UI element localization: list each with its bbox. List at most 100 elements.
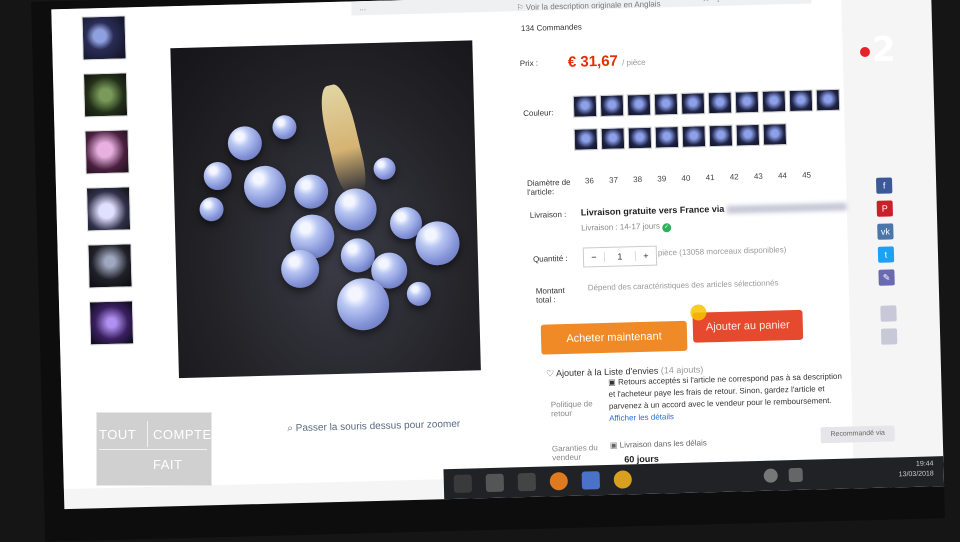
size-option[interactable]: 40	[681, 174, 690, 183]
zoom-hint: ⌕ Passer la souris dessus pour zoomer	[287, 419, 460, 435]
thumbnail-image-4[interactable]	[85, 186, 132, 232]
size-option[interactable]: 37	[609, 176, 618, 185]
guarantee-text: Livraison dans les délais	[619, 438, 707, 450]
zoom-hint-text: Passer la souris dessus pour zoomer	[295, 418, 461, 435]
thumbnail-image-1[interactable]	[81, 15, 127, 61]
help-button[interactable]	[880, 328, 898, 345]
delivery-value: Livraison gratuite vers France via	[581, 201, 847, 218]
size-option[interactable]: 43	[754, 172, 763, 181]
color-swatch[interactable]	[762, 123, 788, 146]
dropbox-icon[interactable]	[485, 473, 505, 493]
quantity-label: Quantité :	[532, 253, 568, 264]
chrome-icon[interactable]	[613, 470, 633, 489]
color-swatch[interactable]	[734, 90, 760, 114]
size-option[interactable]: 44	[778, 171, 787, 180]
share-bar: f P vk t ✎	[875, 177, 899, 351]
chat-pill[interactable]: Recommandé via	[820, 425, 895, 444]
thumbnail-image-5[interactable]	[87, 243, 133, 289]
color-swatch[interactable]	[680, 92, 706, 115]
add-to-cart-button[interactable]: Ajouter au panier	[692, 309, 804, 343]
main-product-image[interactable]	[170, 40, 481, 379]
size-option[interactable]: 42	[730, 172, 739, 181]
bookmark-and-menu-icons[interactable]: ☆ ⋮	[701, 0, 723, 4]
color-swatch[interactable]	[626, 93, 652, 117]
size-option[interactable]: 39	[657, 174, 666, 183]
color-swatch[interactable]	[707, 91, 733, 115]
channel-logo: 2	[860, 30, 896, 70]
quantity-minus-button[interactable]: −	[584, 252, 604, 263]
quantity-input[interactable]: 1	[603, 251, 637, 262]
return-icon: ▣	[608, 377, 616, 387]
volume-icon[interactable]	[788, 467, 803, 483]
color-swatch[interactable]	[681, 125, 707, 148]
diameter-label: Diamètre de l'article:	[526, 177, 571, 197]
pinterest-icon[interactable]: P	[876, 200, 893, 217]
guarantee-label: Garanties du vendeur	[551, 443, 598, 463]
size-option[interactable]: 41	[706, 173, 715, 182]
facebook-icon[interactable]: f	[875, 177, 893, 194]
size-option[interactable]: 45	[802, 171, 811, 180]
thumbnail-image-2[interactable]	[82, 72, 129, 118]
color-swatch[interactable]	[599, 94, 625, 118]
show-logo: TOUT COMPTE FAIT	[96, 412, 212, 486]
translate-link-text: Voir la description originale en Anglais	[525, 0, 661, 12]
check-icon: ✓	[662, 223, 672, 233]
return-details-link[interactable]: Afficher les détails	[609, 412, 674, 423]
color-swatch[interactable]	[708, 124, 734, 148]
thumbnail-list	[81, 7, 142, 358]
color-swatch[interactable]	[627, 126, 653, 150]
color-label: Couleur:	[523, 108, 554, 119]
color-swatch[interactable]	[573, 128, 599, 151]
system-clock[interactable]: 19:44 13/03/2018	[898, 459, 934, 480]
marble	[373, 157, 396, 180]
twitter-icon[interactable]: t	[877, 246, 895, 263]
marble	[336, 277, 390, 331]
blurred-shipping-method	[726, 202, 847, 214]
color-swatch[interactable]	[600, 127, 626, 151]
divider	[99, 449, 207, 450]
marble	[414, 220, 461, 266]
price-value: € 31,67	[567, 52, 619, 71]
marble	[340, 237, 376, 273]
scroll-top-button[interactable]	[880, 305, 897, 322]
edit-icon[interactable]: ✎	[878, 269, 895, 286]
search-icon: ⌕	[287, 423, 294, 435]
thumbnail-image-3[interactable]	[84, 129, 130, 175]
return-policy-label: Politique de retour	[550, 399, 593, 419]
availability: pièce (13058 morceaux disponibles)	[657, 245, 787, 258]
color-swatch[interactable]	[653, 92, 679, 116]
marble	[203, 161, 233, 191]
network-icon[interactable]	[763, 468, 778, 483]
divider	[147, 421, 148, 447]
channel-number: 2	[872, 30, 896, 70]
quantity-plus-button[interactable]: +	[636, 251, 656, 262]
color-swatch[interactable]	[572, 95, 598, 118]
color-swatch[interactable]	[735, 123, 761, 147]
color-swatch[interactable]	[815, 88, 841, 112]
total-note: Dépend des caractéristiques des articles…	[587, 278, 779, 293]
buy-now-button[interactable]: Acheter maintenant	[540, 320, 688, 355]
delivery-value-text: Livraison gratuite vers France via	[580, 203, 725, 218]
price: € 31,67 / pièce	[568, 52, 646, 71]
marble	[334, 187, 378, 231]
marble	[243, 165, 287, 209]
mail-icon[interactable]	[517, 472, 537, 492]
color-swatch[interactable]	[654, 125, 680, 149]
price-unit: / pièce	[621, 57, 646, 68]
heart-icon: ♡	[545, 368, 555, 379]
firefox-icon[interactable]	[549, 471, 569, 491]
guarantee: ▣ Livraison dans les délais	[610, 438, 707, 450]
quantity-stepper: − 1 +	[582, 245, 658, 268]
total-label: Montant total :	[535, 286, 565, 305]
thumbnail-image-6[interactable]	[88, 300, 135, 346]
color-swatch[interactable]	[788, 89, 814, 113]
document-icon[interactable]	[581, 471, 601, 490]
vk-icon[interactable]: vk	[877, 223, 894, 240]
color-swatch[interactable]	[761, 90, 787, 113]
translate-link[interactable]: ⚐ Voir la description originale en Angla…	[516, 0, 660, 12]
marble	[199, 196, 224, 222]
size-option[interactable]: 36	[585, 176, 594, 185]
size-option[interactable]: 38	[633, 175, 642, 184]
taskview-icon[interactable]	[453, 474, 473, 493]
clock-date: 13/03/2018	[898, 470, 934, 479]
